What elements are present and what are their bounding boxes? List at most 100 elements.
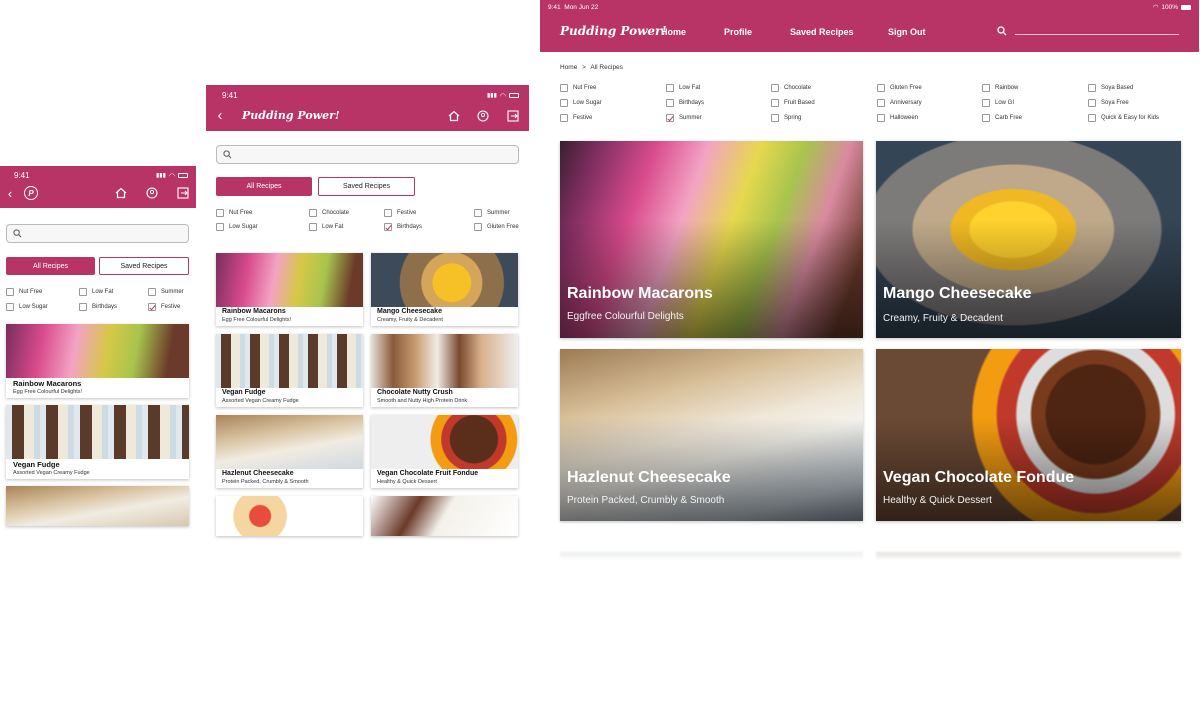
filter-checkbox[interactable] [877, 99, 885, 107]
filter-checkbox[interactable] [877, 84, 885, 92]
filter-item[interactable]: Low Sugar [6, 303, 79, 311]
phone-tab-all[interactable]: All Recipes [6, 257, 95, 275]
filter-item[interactable]: Nut Free [560, 84, 666, 92]
phone-search[interactable] [6, 224, 189, 243]
recipe-card-fudge[interactable]: Vegan Fudge Assorted Vegan Creamy Fudge [6, 405, 189, 479]
filter-checkbox[interactable] [1088, 84, 1096, 92]
filter-checkbox[interactable] [982, 84, 990, 92]
filter-checkbox[interactable] [6, 288, 14, 296]
filter-item[interactable]: Halloween [877, 114, 982, 122]
filter-checkbox[interactable] [771, 114, 779, 122]
filter-item[interactable]: Birthdays [79, 303, 148, 311]
filter-item[interactable]: Summer [474, 209, 526, 217]
filter-checkbox[interactable] [309, 209, 317, 217]
filter-item[interactable]: Festive [148, 303, 191, 311]
filter-item[interactable]: Anniversary [877, 99, 982, 107]
filter-item[interactable]: Birthdays [384, 223, 474, 231]
filter-checkbox[interactable] [474, 209, 482, 217]
filter-checkbox[interactable] [148, 303, 156, 311]
filter-checkbox[interactable] [309, 223, 317, 231]
recipe-card-fondue[interactable]: Vegan Chocolate Fondue Healthy & Quick D… [876, 349, 1181, 521]
back-icon[interactable]: ‹ [4, 186, 16, 201]
filter-item[interactable]: Spring [771, 114, 877, 122]
tablet-search[interactable] [216, 145, 519, 164]
recipe-card-partial[interactable] [216, 496, 363, 536]
filter-checkbox[interactable] [6, 303, 14, 311]
recipe-card-mango[interactable]: Mango Cheesecake Creamy, Fruity & Decade… [876, 141, 1181, 338]
nav-saved-recipes[interactable]: Saved Recipes [790, 27, 854, 37]
filter-checkbox[interactable] [474, 223, 482, 231]
phone-tab-saved[interactable]: Saved Recipes [99, 257, 189, 275]
filter-checkbox[interactable] [666, 84, 674, 92]
recipe-card-rainbow[interactable]: Rainbow Macarons Egg Free Colourful Deli… [216, 253, 363, 326]
nav-home[interactable]: Home [661, 27, 686, 37]
nav-sign-out[interactable]: Sign Out [888, 27, 926, 37]
filter-item[interactable]: Chocolate [309, 209, 384, 217]
filter-checkbox[interactable] [982, 99, 990, 107]
profile-icon[interactable] [477, 110, 489, 122]
filter-item[interactable]: Nut Free [6, 288, 79, 296]
filter-item[interactable]: Soya Free [1088, 99, 1190, 107]
filter-item[interactable]: Low Sugar [560, 99, 666, 107]
filter-item[interactable]: Summer [666, 114, 771, 122]
profile-icon[interactable] [146, 187, 158, 199]
filter-item[interactable]: Soya Based [1088, 84, 1190, 92]
filter-item[interactable]: Low GI [982, 99, 1088, 107]
recipe-card-mango[interactable]: Mango Cheesecake Creamy, Fruity & Decade… [371, 253, 518, 326]
recipe-card-hazel[interactable]: Hazlenut Cheesecake Protein Packed, Crum… [216, 415, 363, 488]
filter-checkbox[interactable] [666, 99, 674, 107]
filter-checkbox[interactable] [560, 114, 568, 122]
filter-item[interactable]: Low Sugar [216, 223, 309, 231]
filter-item[interactable]: Festive [560, 114, 666, 122]
filter-checkbox[interactable] [771, 84, 779, 92]
filter-item[interactable]: Nut Free [216, 209, 309, 217]
filter-checkbox[interactable] [1088, 114, 1096, 122]
filter-checkbox[interactable] [560, 84, 568, 92]
back-icon[interactable]: ‹ [214, 107, 226, 124]
filter-item[interactable]: Chocolate [771, 84, 877, 92]
tablet-tab-saved[interactable]: Saved Recipes [318, 177, 415, 196]
recipe-card-choc[interactable]: Chocolate Nutty Crush Smooth and Nutty H… [371, 334, 518, 407]
filter-item[interactable]: Gluten Free [877, 84, 982, 92]
filter-item[interactable]: Birthdays [666, 99, 771, 107]
logo-icon[interactable]: P [24, 186, 38, 200]
recipe-card-fondue[interactable]: Vegan Chocolate Fruit Fondue Healthy & Q… [371, 415, 518, 488]
filter-checkbox[interactable] [216, 223, 224, 231]
filter-checkbox[interactable] [79, 303, 87, 311]
recipe-card-partial[interactable] [371, 496, 518, 536]
filter-checkbox[interactable] [384, 209, 392, 217]
recipe-card-rainbow[interactable]: Rainbow Macarons Egg Free Colourful Deli… [6, 324, 189, 398]
recipe-card-hazel[interactable]: Hazlenut Cheesecake Protein Packed, Crum… [560, 349, 863, 521]
signout-icon[interactable] [177, 187, 189, 199]
filter-item[interactable]: Carb Free [982, 114, 1088, 122]
filter-checkbox[interactable] [148, 288, 156, 296]
app-title[interactable]: Pudding Power! [560, 24, 667, 38]
filter-item[interactable]: Rainbow [982, 84, 1088, 92]
filter-checkbox[interactable] [771, 99, 779, 107]
tablet-tab-all[interactable]: All Recipes [216, 177, 312, 196]
filter-checkbox[interactable] [79, 288, 87, 296]
filter-checkbox[interactable] [560, 99, 568, 107]
filter-checkbox[interactable] [1088, 99, 1096, 107]
filter-item[interactable]: Quick & Easy for Kids [1088, 114, 1190, 122]
filter-checkbox[interactable] [982, 114, 990, 122]
home-icon[interactable] [448, 110, 460, 122]
filter-item[interactable]: Low Fat [309, 223, 384, 231]
recipe-card-fudge[interactable]: Vegan Fudge Assorted Vegan Creamy Fudge [216, 334, 363, 407]
search-icon[interactable] [997, 26, 1007, 36]
breadcrumb-home[interactable]: Home [560, 64, 577, 71]
filter-checkbox[interactable] [216, 209, 224, 217]
recipe-card-hazel[interactable] [6, 486, 189, 526]
signout-icon[interactable] [507, 110, 519, 122]
filter-checkbox[interactable] [666, 114, 674, 122]
filter-item[interactable]: Fruit Based [771, 99, 877, 107]
filter-item[interactable]: Summer [148, 288, 191, 296]
nav-profile[interactable]: Profile [724, 27, 752, 37]
filter-checkbox[interactable] [877, 114, 885, 122]
home-icon[interactable] [115, 187, 127, 199]
filter-item[interactable]: Festive [384, 209, 474, 217]
filter-checkbox[interactable] [384, 223, 392, 231]
filter-item[interactable]: Low Fat [666, 84, 771, 92]
recipe-card-rainbow[interactable]: Rainbow Macarons Eggfree Colourful Delig… [560, 141, 863, 338]
filter-item[interactable]: Gluten Free [474, 223, 526, 231]
